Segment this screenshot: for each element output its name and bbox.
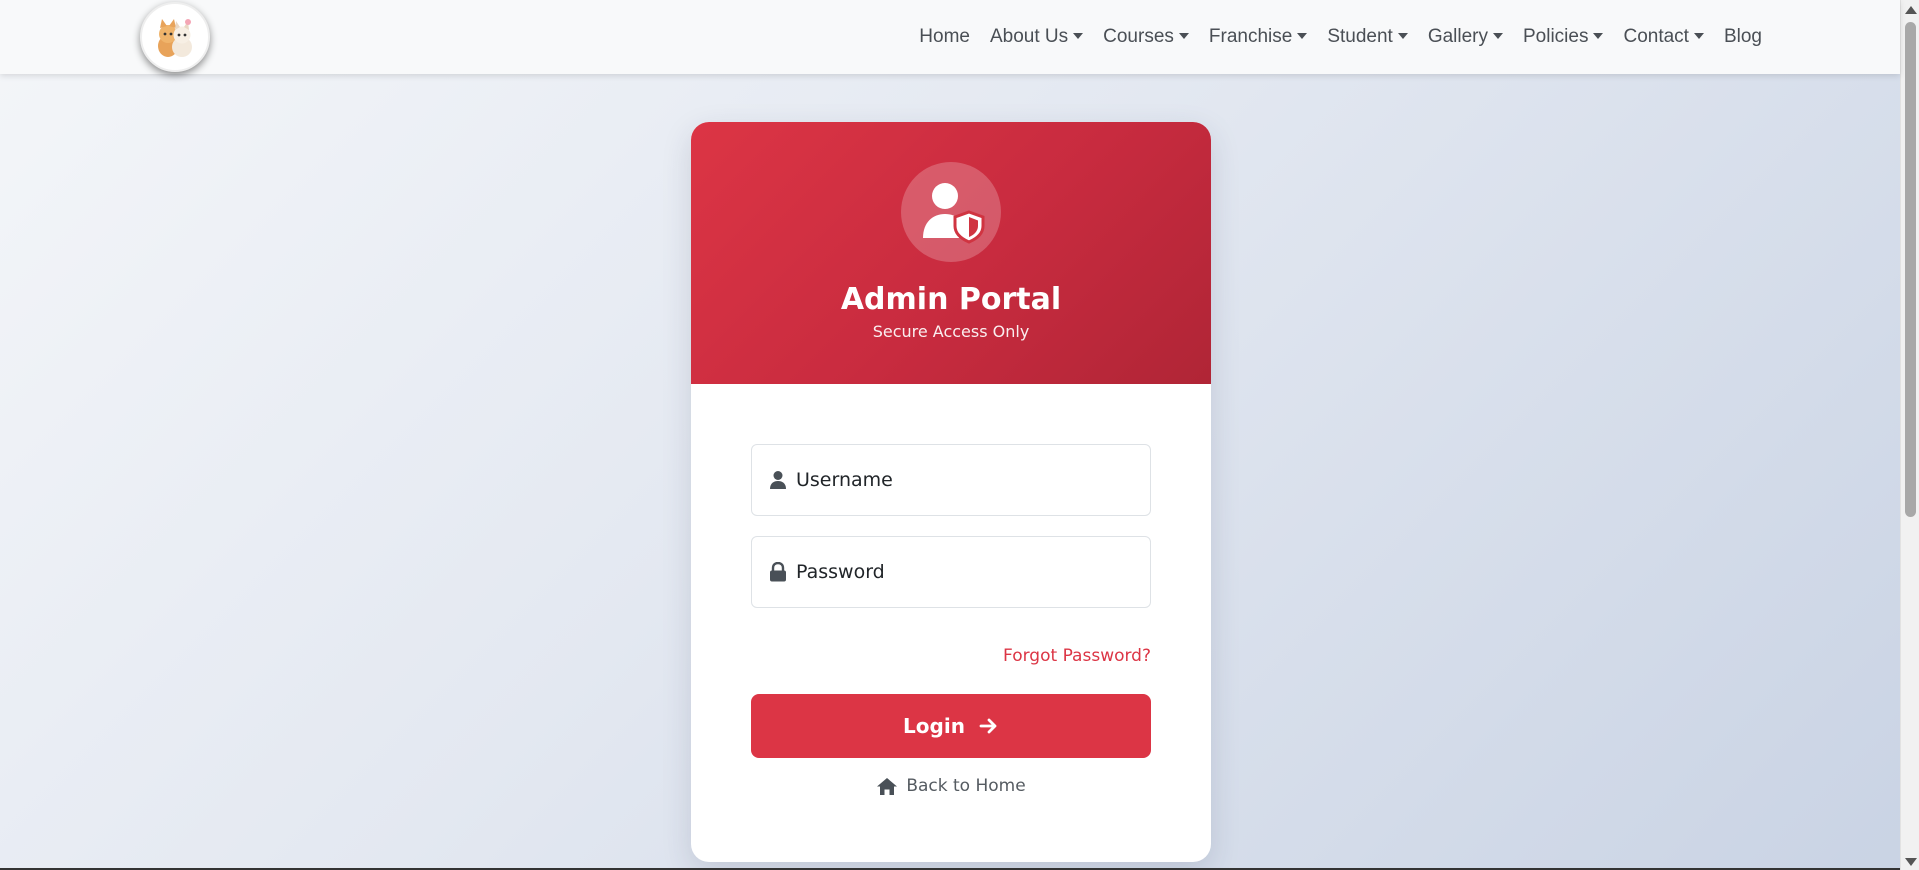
caret-down-icon [1397,32,1408,39]
nav-item-blog[interactable]: Blog [1724,26,1762,48]
page-title: Admin Portal [840,282,1062,317]
login-form: Forgot Password? Login Back to Home [691,384,1211,862]
nav-item-label: Blog [1723,26,1762,47]
caret-down-icon [1593,32,1604,39]
nav-item-label: About Us [989,26,1069,47]
user-shield-icon [901,162,1001,262]
nav-item-label: Student [1327,26,1393,47]
nav-item-policies[interactable]: Policies [1523,26,1604,48]
nav-item-home[interactable]: Home [919,26,970,48]
scroll-down-arrow-icon[interactable] [1905,858,1917,866]
page-subtitle: Secure Access Only [872,322,1030,341]
nav-item-student[interactable]: Student [1327,26,1408,48]
caret-down-icon [1178,32,1189,39]
nav-item-contact[interactable]: Contact [1623,26,1704,48]
caret-down-icon [1073,32,1084,39]
nav-item-label: Contact [1623,26,1689,47]
kittens-logo[interactable] [140,2,210,72]
nav-item-label: Home [919,26,970,47]
lock-icon [768,562,788,582]
top-navbar: Home About Us Courses Franchise Student … [0,0,1900,74]
caret-down-icon [1693,32,1704,39]
kittens-logo-image [158,19,192,57]
nav-item-about-us[interactable]: About Us [989,26,1084,48]
back-to-home-link[interactable]: Back to Home [691,776,1211,796]
caret-down-icon [1297,32,1308,39]
nav-item-label: Franchise [1208,26,1293,47]
nav-item-gallery[interactable]: Gallery [1428,26,1503,48]
login-button-label: Login [903,714,965,738]
admin-login-card: Admin Portal Secure Access Only Forgot P… [691,122,1211,862]
password-input[interactable] [796,561,1136,583]
caret-down-icon [1493,32,1503,39]
nav-item-label: Courses [1103,26,1174,47]
scrollbar-thumb[interactable] [1905,22,1916,517]
nav-item-courses[interactable]: Courses [1103,26,1189,48]
username-field[interactable] [751,444,1151,516]
nav-item-franchise[interactable]: Franchise [1208,26,1308,48]
password-field[interactable] [751,536,1151,608]
nav-item-label: Policies [1523,26,1589,47]
user-shield-glyph [923,183,985,244]
nav-item-label: Gallery [1427,26,1488,47]
username-input[interactable] [796,469,1136,491]
user-icon [768,470,788,490]
arrow-right-icon [979,718,997,734]
home-icon [877,777,898,795]
login-button[interactable]: Login [751,694,1151,758]
back-to-home-label: Back to Home [906,776,1026,796]
scroll-up-arrow-icon[interactable] [1905,6,1917,14]
vertical-scrollbar[interactable] [1900,0,1919,870]
nav-menu: Home About Us Courses Franchise Student … [919,0,1762,74]
card-header: Admin Portal Secure Access Only [691,122,1211,384]
forgot-password-link[interactable]: Forgot Password? [1003,646,1151,666]
